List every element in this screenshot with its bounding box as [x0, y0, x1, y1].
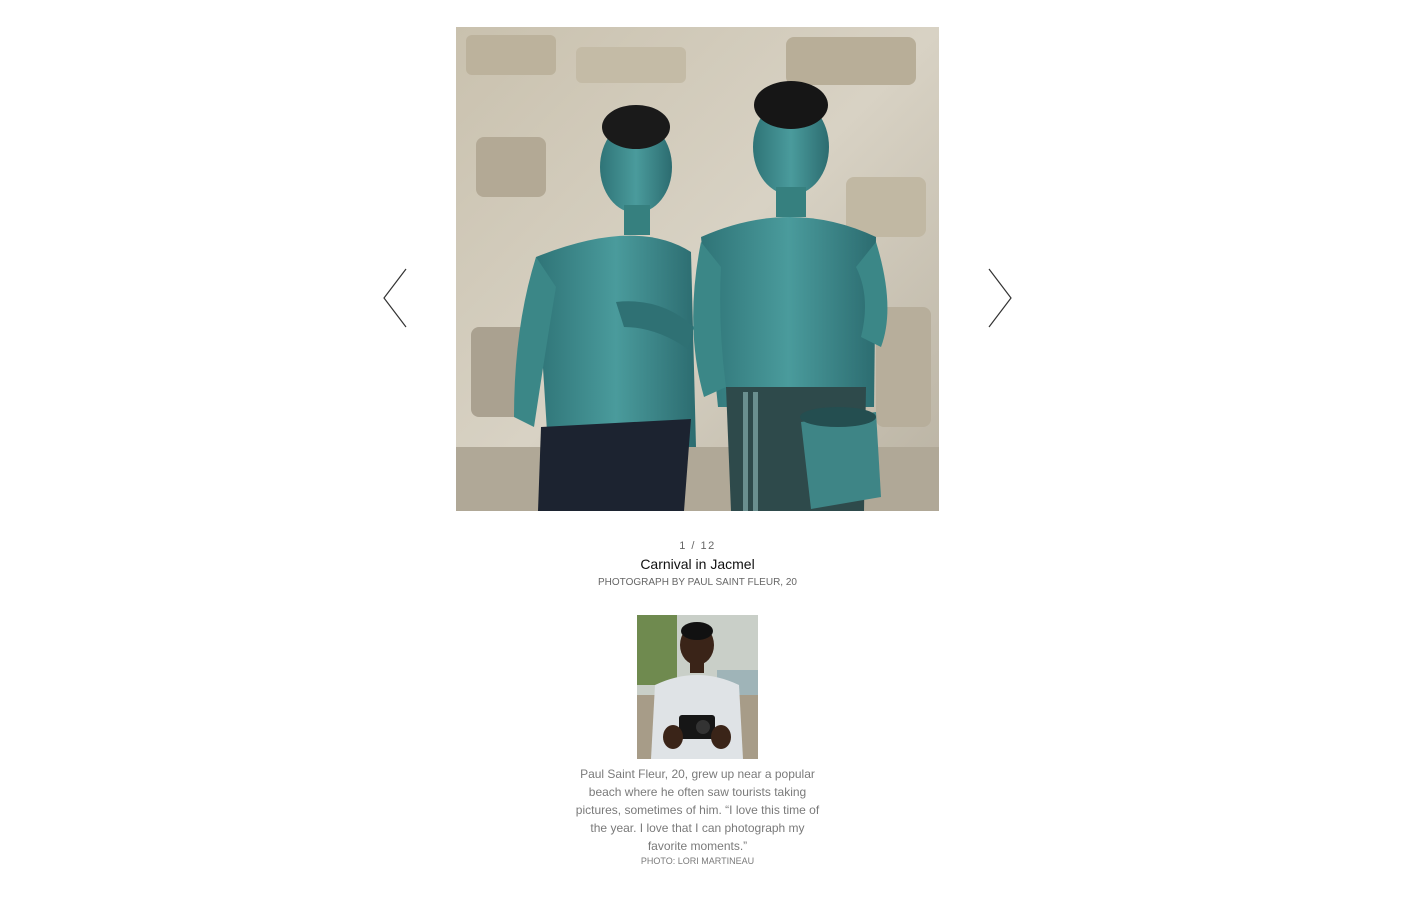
portrait-credit: PHOTO: LORI MARTINEAU: [640, 856, 755, 866]
slide-title: Carnival in Jacmel: [640, 556, 755, 572]
photographer-bio: Paul Saint Fleur, 20, grew up near a pop…: [575, 767, 820, 853]
chevron-right-icon: [988, 268, 1012, 328]
next-slide-button[interactable]: [987, 268, 1013, 328]
chevron-left-icon: [383, 268, 407, 328]
main-photo: [456, 27, 939, 511]
previous-slide-button[interactable]: [382, 268, 408, 328]
slideshow: 1 / 12 Carnival in Jacmel PHOTOGRAPH BY …: [0, 0, 1409, 898]
photographer-portrait: [637, 615, 758, 759]
slide-counter: 1 / 12: [679, 540, 716, 552]
photo-byline: PHOTOGRAPH BY PAUL SAINT FLEUR, 20: [598, 577, 797, 588]
